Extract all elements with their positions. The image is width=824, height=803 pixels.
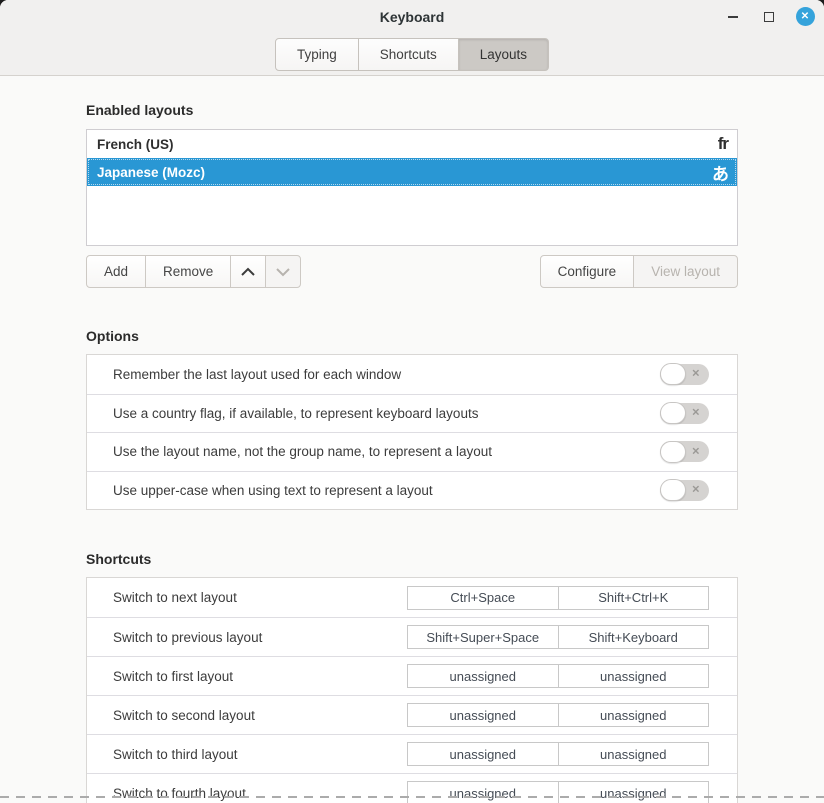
shortcut-row: Switch to second layout unassigned unass… [87,695,737,734]
keybinding-secondary[interactable]: Shift+Keyboard [558,626,709,648]
layout-row-french[interactable]: French (US) fr [87,130,737,158]
keybinding-pair: unassigned unassigned [407,703,709,727]
move-down-button[interactable] [265,255,301,288]
keybinding-pair: Shift+Super+Space Shift+Keyboard [407,625,709,649]
keybinding-pair: unassigned unassigned [407,742,709,766]
options-heading: Options [86,328,738,344]
window-controls: ✕ [722,0,816,33]
toggle-off-icon: ✕ [692,408,700,419]
layouts-page: Enabled layouts French (US) fr Japanese … [86,77,738,803]
tab-bar: Typing Shortcuts Layouts [0,38,824,71]
keybinding-primary[interactable]: unassigned [408,782,558,803]
keybinding-primary[interactable]: unassigned [408,704,558,726]
shortcut-row: Switch to fourth layout unassigned unass… [87,773,737,803]
keybinding-pair: unassigned unassigned [407,664,709,688]
keybinding-secondary[interactable]: unassigned [558,782,709,803]
shortcut-label: Switch to first layout [113,669,233,684]
maximize-button[interactable] [758,6,780,28]
close-icon: ✕ [796,7,815,26]
tab-layouts[interactable]: Layouts [458,38,549,71]
toggle-knob [660,479,686,501]
keybinding-secondary[interactable]: Shift+Ctrl+K [558,587,709,609]
minimize-icon [728,16,738,18]
toggle-off-icon: ✕ [692,485,700,496]
options-card: Remember the last layout used for each w… [86,354,738,510]
maximize-icon [764,12,774,22]
shortcut-label: Switch to third layout [113,747,238,762]
window-title: Keyboard [0,0,824,33]
close-button[interactable]: ✕ [794,6,816,28]
minimize-button[interactable] [722,6,744,28]
layout-name: French (US) [97,137,174,152]
toggle-knob [660,441,686,463]
enabled-layouts-list[interactable]: French (US) fr Japanese (Mozc) あ [86,129,738,246]
move-up-button[interactable] [230,255,266,288]
shortcuts-card: Switch to next layout Ctrl+Space Shift+C… [86,577,738,803]
keybinding-secondary[interactable]: unassigned [558,665,709,687]
shortcut-row: Switch to next layout Ctrl+Space Shift+C… [87,578,737,617]
option-label: Use upper-case when using text to repres… [113,483,433,498]
option-label: Use the layout name, not the group name,… [113,444,492,459]
toggle-layout-name[interactable]: ✕ [660,441,709,462]
layout-row-japanese[interactable]: Japanese (Mozc) あ [87,158,737,186]
option-row: Remember the last layout used for each w… [87,355,737,394]
layout-action-button-group: Configure View layout [540,255,738,288]
enabled-layouts-heading: Enabled layouts [86,102,738,118]
overscroll-indicator [0,796,824,798]
keybinding-primary[interactable]: unassigned [408,743,558,765]
keybinding-pair: Ctrl+Space Shift+Ctrl+K [407,586,709,610]
keybinding-primary[interactable]: Shift+Super+Space [408,626,558,648]
keybinding-secondary[interactable]: unassigned [558,743,709,765]
toggle-remember-layout[interactable]: ✕ [660,364,709,385]
keybinding-primary[interactable]: Ctrl+Space [408,587,558,609]
keyboard-settings-window: Keyboard ✕ Typing Shortcuts Layouts Enab… [0,0,824,803]
option-row: Use a country flag, if available, to rep… [87,394,737,433]
configure-button[interactable]: Configure [540,255,635,288]
list-edit-button-group: Add Remove [86,255,301,288]
shortcut-label: Switch to fourth layout [113,786,246,801]
add-button[interactable]: Add [86,255,146,288]
keybinding-pair: unassigned unassigned [407,781,709,803]
layout-indicator-ja: あ [712,160,728,185]
option-label: Use a country flag, if available, to rep… [113,406,478,421]
chevron-down-icon [275,267,291,277]
chevron-up-icon [240,267,256,277]
shortcut-row: Switch to previous layout Shift+Super+Sp… [87,617,737,656]
tab-typing[interactable]: Typing [275,38,359,71]
titlebar[interactable]: Keyboard ✕ [0,0,824,33]
shortcut-label: Switch to second layout [113,708,255,723]
shortcut-row: Switch to first layout unassigned unassi… [87,656,737,695]
toggle-upper-case[interactable]: ✕ [660,480,709,501]
toggle-off-icon: ✕ [692,446,700,457]
keybinding-primary[interactable]: unassigned [408,665,558,687]
layout-name: Japanese (Mozc) [97,165,205,180]
keybinding-secondary[interactable]: unassigned [558,704,709,726]
shortcut-label: Switch to next layout [113,590,237,605]
toggle-knob [660,402,686,424]
shortcut-row: Switch to third layout unassigned unassi… [87,734,737,773]
tab-shortcuts[interactable]: Shortcuts [358,38,459,71]
layouts-toolbar: Add Remove Configure View layout [86,255,738,288]
option-label: Remember the last layout used for each w… [113,367,401,382]
window-header: Keyboard ✕ Typing Shortcuts Layouts [0,0,824,76]
toggle-country-flag[interactable]: ✕ [660,403,709,424]
option-row: Use the layout name, not the group name,… [87,432,737,471]
view-layout-button[interactable]: View layout [633,255,738,288]
toggle-off-icon: ✕ [692,369,700,380]
option-row: Use upper-case when using text to repres… [87,471,737,510]
shortcuts-heading: Shortcuts [86,551,738,567]
remove-button[interactable]: Remove [145,255,231,288]
shortcut-label: Switch to previous layout [113,630,262,645]
toggle-knob [660,363,686,385]
layout-indicator-fr: fr [718,134,728,154]
